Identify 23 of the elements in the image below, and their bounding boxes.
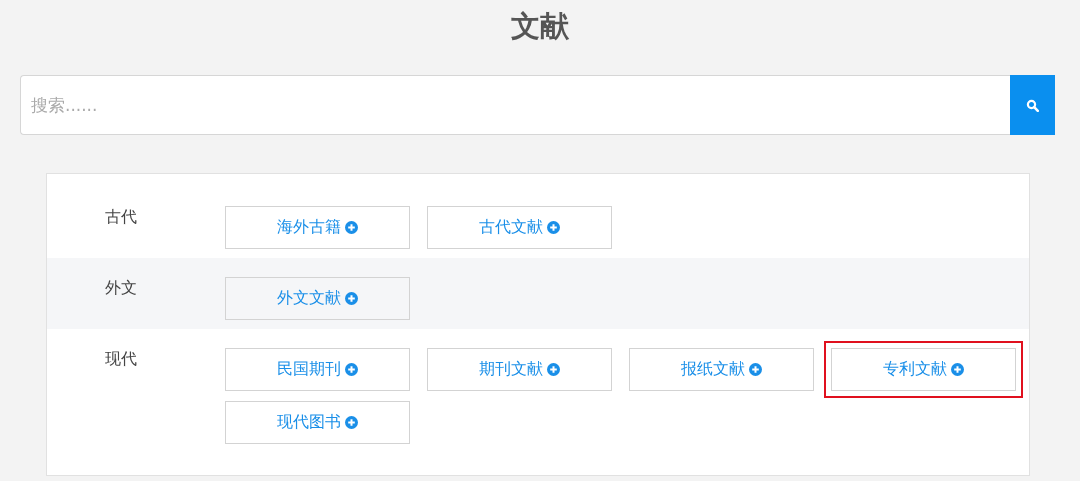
category-label: 外文 (104, 277, 138, 299)
plus-circle-icon (345, 416, 358, 429)
plus-circle-icon (547, 221, 560, 234)
plus-circle-icon (547, 363, 560, 376)
plus-circle-icon (345, 292, 358, 305)
plus-circle-icon (345, 221, 358, 234)
category-button[interactable]: 期刊文献 (427, 348, 612, 391)
plus-circle-icon (951, 363, 964, 376)
category-button[interactable]: 现代图书 (225, 401, 410, 444)
plus-circle-icon (345, 363, 358, 376)
search-button[interactable] (1010, 75, 1055, 135)
search-icon (1026, 98, 1039, 112)
category-button[interactable]: 古代文献 (427, 206, 612, 249)
category-label: 现代 (104, 348, 138, 370)
search-field[interactable]: 搜索...... (20, 75, 1010, 135)
category-button[interactable]: 报纸文献 (629, 348, 814, 391)
plus-circle-icon (749, 363, 762, 376)
page-title: 文献 (510, 8, 570, 45)
category-label: 古代 (104, 206, 138, 228)
category-button[interactable]: 海外古籍 (225, 206, 410, 249)
category-button[interactable]: 民国期刊 (225, 348, 410, 391)
category-button[interactable]: 外文文献 (225, 277, 410, 320)
category-button[interactable]: 专利文献 (831, 348, 1016, 391)
